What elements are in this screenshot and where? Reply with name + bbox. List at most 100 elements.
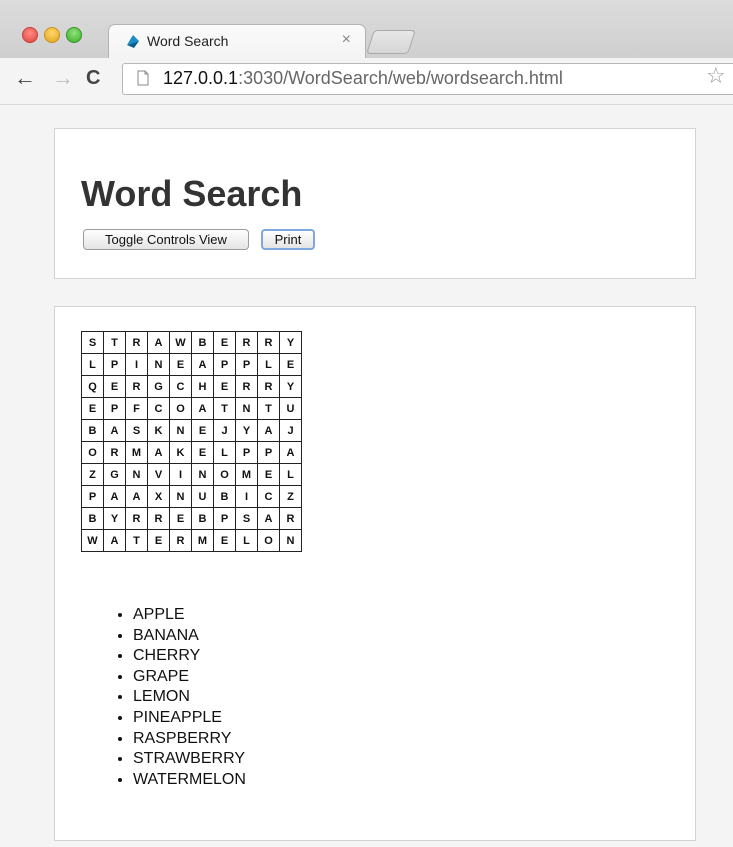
grid-cell: R (147, 507, 170, 530)
grid-cell: N (169, 485, 192, 508)
grid-cell: G (147, 375, 170, 398)
minimize-window-icon[interactable] (44, 27, 60, 43)
word-grid: STRAWBERRYLPINEAPPLEQERGCHERRYEPFCOATNTU… (81, 331, 302, 552)
grid-cell: S (125, 419, 148, 442)
grid-cell: M (125, 441, 148, 464)
grid-cell: R (257, 331, 280, 354)
bookmark-star-icon[interactable]: ☆ (706, 63, 726, 89)
grid-cell: A (103, 485, 126, 508)
grid-cell: T (213, 397, 236, 420)
grid-cell: O (169, 397, 192, 420)
grid-cell: E (279, 353, 302, 376)
reload-icon[interactable]: C (86, 66, 100, 90)
grid-row: ORMAKELPPA (81, 441, 302, 464)
grid-cell: J (279, 419, 302, 442)
grid-cell: L (213, 441, 236, 464)
grid-cell: O (213, 463, 236, 486)
word-list-item: PINEAPPLE (133, 708, 246, 729)
grid-cell: X (147, 485, 170, 508)
grid-cell: P (235, 441, 258, 464)
favicon-icon (127, 35, 139, 48)
grid-cell: L (81, 353, 104, 376)
grid-cell: P (81, 485, 104, 508)
grid-cell: A (191, 353, 214, 376)
grid-cell: H (191, 375, 214, 398)
word-list-item: CHERRY (133, 646, 246, 667)
grid-cell: B (191, 331, 214, 354)
grid-row: STRAWBERRY (81, 331, 302, 354)
grid-cell: K (147, 419, 170, 442)
new-tab-button[interactable] (366, 30, 416, 54)
toggle-controls-button[interactable]: Toggle Controls View (83, 229, 249, 250)
grid-cell: P (103, 397, 126, 420)
grid-cell: P (257, 441, 280, 464)
grid-cell: S (81, 331, 104, 354)
address-bar[interactable]: 127.0.0.1:3030/WordSearch/web/wordsearch… (122, 63, 733, 95)
grid-cell: L (279, 463, 302, 486)
grid-cell: N (191, 463, 214, 486)
word-list: APPLEBANANACHERRYGRAPELEMONPINEAPPLERASP… (111, 605, 246, 790)
grid-row: ZGNVINOMEL (81, 463, 302, 486)
forward-arrow-icon[interactable]: → (52, 66, 74, 90)
grid-cell: Y (279, 375, 302, 398)
grid-cell: E (103, 375, 126, 398)
grid-cell: N (235, 397, 258, 420)
grid-cell: A (103, 419, 126, 442)
grid-cell: A (257, 419, 280, 442)
grid-cell: E (169, 507, 192, 530)
grid-cell: A (279, 441, 302, 464)
word-list-item: BANANA (133, 626, 246, 647)
back-arrow-icon[interactable]: ← (14, 66, 36, 90)
grid-cell: B (213, 485, 236, 508)
word-list-item: STRAWBERRY (133, 749, 246, 770)
header-panel: Word Search Toggle Controls View Print (54, 128, 696, 279)
print-button[interactable]: Print (261, 229, 315, 250)
grid-cell: A (103, 529, 126, 552)
grid-cell: R (125, 331, 148, 354)
grid-cell: A (147, 331, 170, 354)
puzzle-panel: STRAWBERRYLPINEAPPLEQERGCHERRYEPFCOATNTU… (54, 306, 696, 841)
grid-cell: W (81, 529, 104, 552)
grid-row: LPINEAPPLE (81, 353, 302, 376)
grid-cell: R (125, 507, 148, 530)
grid-cell: Y (103, 507, 126, 530)
grid-cell: B (81, 507, 104, 530)
grid-cell: R (279, 507, 302, 530)
close-window-icon[interactable] (22, 27, 38, 43)
word-list-item: GRAPE (133, 667, 246, 688)
grid-cell: T (103, 331, 126, 354)
tab-strip: Word Search × (0, 0, 733, 59)
grid-cell: A (147, 441, 170, 464)
tab-close-icon[interactable]: × (342, 31, 351, 49)
tab-word-search[interactable]: Word Search × (108, 24, 366, 59)
grid-cell: A (257, 507, 280, 530)
grid-cell: R (235, 331, 258, 354)
grid-row: WATERMELON (81, 529, 302, 552)
grid-cell: R (103, 441, 126, 464)
grid-cell: L (235, 529, 258, 552)
grid-cell: K (169, 441, 192, 464)
grid-cell: E (147, 529, 170, 552)
grid-cell: E (257, 463, 280, 486)
grid-cell: Z (279, 485, 302, 508)
page-icon (137, 70, 149, 86)
word-list-item: RASPBERRY (133, 729, 246, 750)
grid-cell: R (235, 375, 258, 398)
grid-cell: R (257, 375, 280, 398)
grid-cell: C (169, 375, 192, 398)
grid-cell: Z (81, 463, 104, 486)
grid-cell: N (125, 463, 148, 486)
grid-cell: E (81, 397, 104, 420)
grid-row: BASKNEJYAJ (81, 419, 302, 442)
maximize-window-icon[interactable] (66, 27, 82, 43)
grid-cell: R (125, 375, 148, 398)
grid-cell: B (191, 507, 214, 530)
grid-cell: E (213, 375, 236, 398)
browser-toolbar: ← → C 127.0.0.1:3030/WordSearch/web/word… (0, 58, 733, 105)
browser-chrome: Word Search × ← → C 127.0.0.1:3030/WordS… (0, 0, 733, 105)
grid-cell: M (191, 529, 214, 552)
grid-cell: E (169, 353, 192, 376)
grid-cell: S (235, 507, 258, 530)
grid-cell: O (257, 529, 280, 552)
grid-cell: U (191, 485, 214, 508)
